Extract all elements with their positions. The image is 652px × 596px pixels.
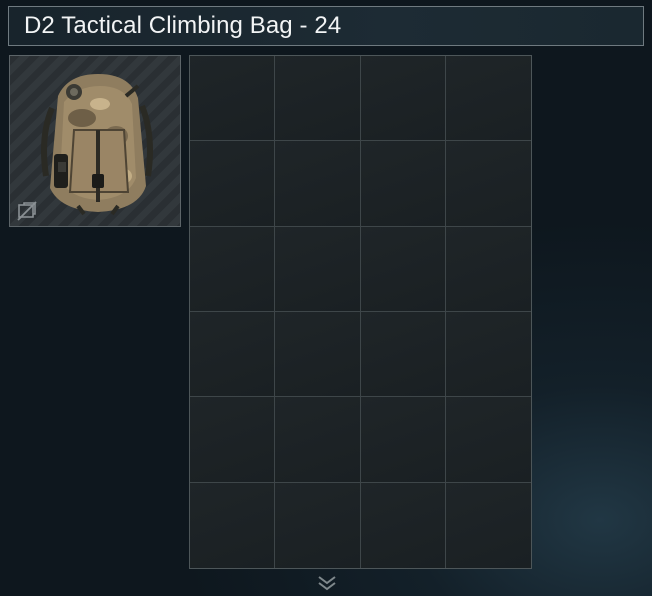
grid-cell[interactable] [275, 482, 361, 568]
grid-cell[interactable] [360, 482, 446, 568]
double-chevron-down-icon[interactable] [315, 574, 339, 592]
grid-cell[interactable] [360, 397, 446, 483]
grid-cell[interactable] [445, 397, 531, 483]
grid-cell[interactable] [190, 56, 276, 142]
backpack-item-slot[interactable] [9, 55, 181, 227]
grid-cell[interactable] [445, 56, 531, 142]
not-insured-icon [17, 201, 37, 221]
grid-cell[interactable] [445, 312, 531, 398]
container-grid [189, 55, 532, 569]
grid-cell[interactable] [275, 56, 361, 142]
grid-cell[interactable] [445, 141, 531, 227]
grid-cell[interactable] [190, 312, 276, 398]
grid-cell[interactable] [190, 141, 276, 227]
grid-cell[interactable] [190, 397, 276, 483]
grid-cell[interactable] [360, 56, 446, 142]
grid-cell[interactable] [275, 312, 361, 398]
grid-cell[interactable] [275, 141, 361, 227]
grid-cell[interactable] [445, 482, 531, 568]
grid-cell[interactable] [360, 226, 446, 312]
grid-cell[interactable] [445, 226, 531, 312]
window-title: D2 Tactical Climbing Bag - 24 [24, 12, 342, 39]
grid-cell[interactable] [275, 226, 361, 312]
container-window: D2 Tactical Climbing Bag - 24 [0, 0, 652, 596]
window-title-bar[interactable]: D2 Tactical Climbing Bag - 24 [8, 6, 644, 46]
grid-cell[interactable] [190, 482, 276, 568]
backpack-icon [41, 74, 153, 216]
grid-cell[interactable] [275, 397, 361, 483]
grid-cell[interactable] [360, 312, 446, 398]
grid-cell[interactable] [190, 226, 276, 312]
grid-cell[interactable] [360, 141, 446, 227]
